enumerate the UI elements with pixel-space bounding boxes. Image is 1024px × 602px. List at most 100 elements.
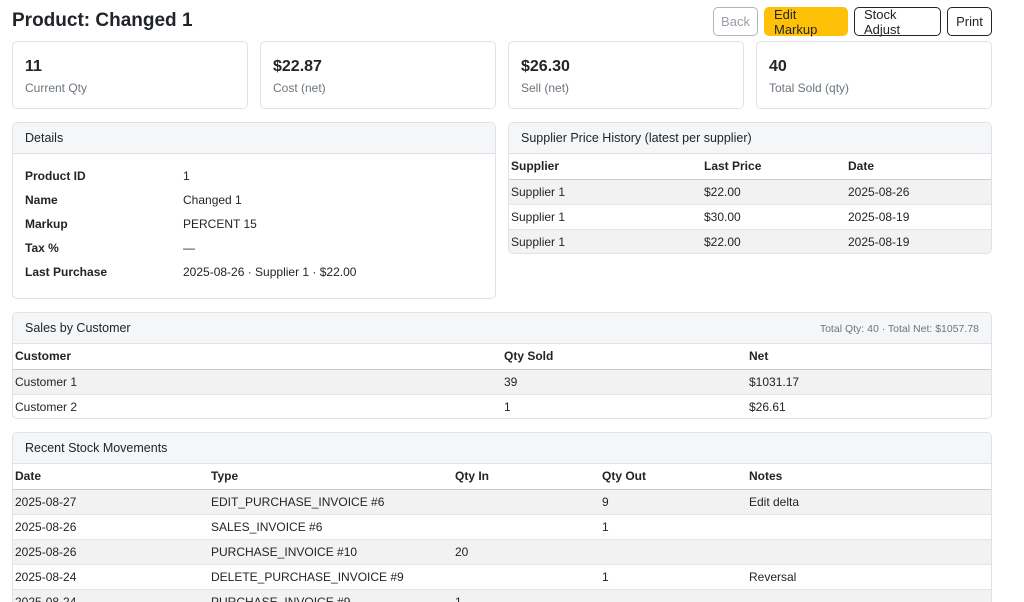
table-cell: 39: [502, 369, 747, 395]
table-cell: [600, 539, 747, 565]
table-cell: 2025-08-26: [13, 514, 209, 540]
stat-value: 40: [769, 58, 787, 75]
stat-label: Current Qty: [25, 81, 88, 95]
table-cell: Supplier 1: [509, 179, 702, 205]
stock-movements-table: Date Type Qty In Qty Out Notes 2025-08-2…: [13, 464, 991, 602]
supplier-history-header: Supplier Price History (latest per suppl…: [509, 123, 991, 154]
column-header: Last Price: [702, 154, 846, 180]
table-cell: Edit delta: [747, 489, 991, 515]
table-row: Supplier 1 $22.00 2025-08-26: [509, 179, 991, 205]
table-cell: 2025-08-19: [846, 229, 991, 253]
table-cell: 1: [600, 514, 747, 540]
table-cell: $30.00: [702, 204, 846, 230]
table-cell: Supplier 1: [509, 204, 702, 230]
detail-key: Name: [25, 193, 58, 207]
table-cell: [453, 489, 600, 515]
table-cell: 1: [453, 589, 600, 602]
column-header: Type: [209, 464, 453, 490]
table-cell: 9: [600, 489, 747, 515]
sales-by-customer-card: Sales by Customer Total Qty: 40 · Total …: [12, 312, 992, 419]
stat-card-current-qty: 11 Current Qty: [12, 41, 248, 109]
table-cell: PURCHASE_INVOICE #9: [209, 589, 453, 602]
sales-by-customer-header: Sales by Customer Total Qty: 40 · Total …: [13, 313, 991, 344]
detail-key: Last Purchase: [25, 265, 108, 279]
table-cell: 2025-08-26: [13, 539, 209, 565]
supplier-price-history-card: Supplier Price History (latest per suppl…: [508, 122, 992, 254]
table-cell: PURCHASE_INVOICE #10: [209, 539, 453, 565]
table-cell: [747, 539, 991, 565]
table-cell: Customer 1: [13, 369, 502, 395]
stat-label: Cost (net): [273, 81, 326, 95]
table-cell: 2025-08-26: [846, 179, 991, 205]
table-row: Customer 2 1 $26.61: [13, 394, 991, 418]
stat-value: $26.30: [521, 58, 570, 75]
back-button[interactable]: Back: [713, 7, 758, 36]
table-row: Supplier 1 $30.00 2025-08-19: [509, 204, 991, 230]
stock-movements-card: Recent Stock Movements Date Type Qty In …: [12, 432, 992, 602]
table-cell: 1: [600, 564, 747, 590]
table-cell: Customer 2: [13, 394, 502, 418]
column-header: Qty Sold: [502, 344, 747, 370]
table-cell: $22.00: [702, 229, 846, 253]
table-cell: $26.61: [747, 394, 991, 418]
column-header: Net: [747, 344, 991, 370]
table-cell: [453, 514, 600, 540]
supplier-history-table: Supplier Last Price Date Supplier 1 $22.…: [509, 154, 991, 253]
print-button[interactable]: Print: [947, 7, 992, 36]
column-header: Qty In: [453, 464, 600, 490]
table-row: 2025-08-27 EDIT_PURCHASE_INVOICE #6 9 Ed…: [13, 489, 991, 515]
table-cell: 20: [453, 539, 600, 565]
detail-key: Product ID: [25, 169, 86, 183]
column-header: Qty Out: [600, 464, 747, 490]
table-cell: Reversal: [747, 564, 991, 590]
stat-card-cost: $22.87 Cost (net): [260, 41, 496, 109]
table-cell: 2025-08-24: [13, 564, 209, 590]
page-title: Product: Changed 1: [12, 10, 193, 31]
details-header: Details: [13, 123, 495, 154]
table-row: 2025-08-26 SALES_INVOICE #6 1: [13, 514, 991, 540]
table-row: Customer 1 39 $1031.17: [13, 369, 991, 395]
stock-movements-header: Recent Stock Movements: [13, 433, 991, 464]
table-row: 2025-08-24 DELETE_PURCHASE_INVOICE #9 1 …: [13, 564, 991, 590]
edit-markup-button[interactable]: Edit Markup: [764, 7, 848, 37]
detail-key: Tax %: [25, 241, 59, 255]
column-header: Supplier: [509, 154, 702, 180]
table-row: Supplier 1 $22.00 2025-08-19: [509, 229, 991, 253]
detail-value: —: [183, 241, 195, 255]
stock-adjust-button[interactable]: Stock Adjust: [854, 7, 941, 37]
detail-value: 2025-08-26 · Supplier 1 · $22.00: [183, 265, 357, 279]
stat-label: Total Sold (qty): [769, 81, 850, 95]
table-cell: 2025-08-19: [846, 204, 991, 230]
table-cell: $1031.17: [747, 369, 991, 395]
detail-value: Changed 1: [183, 193, 242, 207]
sales-by-customer-title: Sales by Customer: [25, 321, 131, 335]
sales-by-customer-table: Customer Qty Sold Net Customer 1 39 $103…: [13, 344, 991, 418]
detail-value: PERCENT 15: [183, 217, 257, 231]
table-cell: [600, 589, 747, 602]
column-header: Date: [13, 464, 209, 490]
table-cell: DELETE_PURCHASE_INVOICE #9: [209, 564, 453, 590]
table-cell: [453, 564, 600, 590]
column-header: Customer: [13, 344, 502, 370]
sales-summary: Total Qty: 40 · Total Net: $1057.78: [819, 322, 979, 335]
table-cell: $22.00: [702, 179, 846, 205]
action-toolbar: Back Edit Markup Stock Adjust Print: [713, 7, 992, 37]
stat-value: $22.87: [273, 58, 322, 75]
table-cell: SALES_INVOICE #6: [209, 514, 453, 540]
detail-value: 1: [183, 169, 190, 183]
table-row: 2025-08-24 PURCHASE_INVOICE #9 1: [13, 589, 991, 602]
stat-card-total-sold: 40 Total Sold (qty): [756, 41, 992, 109]
table-cell: [747, 514, 991, 540]
table-cell: EDIT_PURCHASE_INVOICE #6: [209, 489, 453, 515]
table-cell: 1: [502, 394, 747, 418]
stat-value: 11: [25, 58, 42, 75]
table-cell: 2025-08-24: [13, 589, 209, 602]
stat-label: Sell (net): [521, 81, 570, 95]
table-cell: 2025-08-27: [13, 489, 209, 515]
column-header: Notes: [747, 464, 991, 490]
column-header: Date: [846, 154, 991, 180]
table-cell: [747, 589, 991, 602]
detail-key: Markup: [25, 217, 68, 231]
details-card: Details Product ID 1 Name Changed 1 Mark…: [12, 122, 496, 299]
table-cell: Supplier 1: [509, 229, 702, 253]
